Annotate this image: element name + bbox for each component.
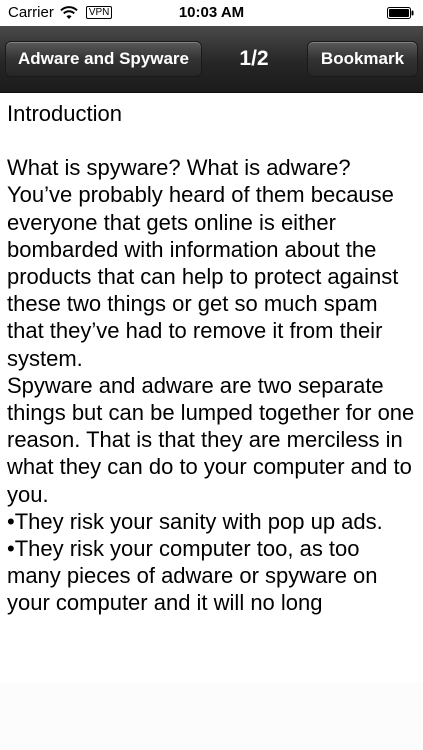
navigation-bar: Adware and Spyware 1/2 Bookmark bbox=[0, 26, 423, 93]
status-time: 10:03 AM bbox=[178, 4, 245, 21]
back-button[interactable]: Adware and Spyware bbox=[5, 41, 202, 77]
screen: Carrier VPN 10:03 AM Adware and Spyware … bbox=[0, 0, 423, 750]
article-bullet: •They risk your computer too, as too man… bbox=[7, 536, 378, 616]
bookmark-button[interactable]: Bookmark bbox=[307, 41, 418, 77]
page-indicator: 1/2 bbox=[239, 47, 269, 70]
battery-icon bbox=[387, 7, 414, 19]
article-paragraph: What is spyware? What is adware? You’ve … bbox=[7, 155, 399, 371]
article-bullet: •They risk your sanity with pop up ads. bbox=[7, 508, 383, 534]
article-paragraph: Spyware and adware are two separate thin… bbox=[7, 372, 415, 507]
article-heading: Introduction bbox=[7, 101, 122, 126]
status-bar: Carrier VPN 10:03 AM bbox=[0, 0, 423, 26]
article-content: Introduction What is spyware? What is ad… bbox=[7, 100, 419, 617]
bottom-area bbox=[0, 683, 423, 750]
